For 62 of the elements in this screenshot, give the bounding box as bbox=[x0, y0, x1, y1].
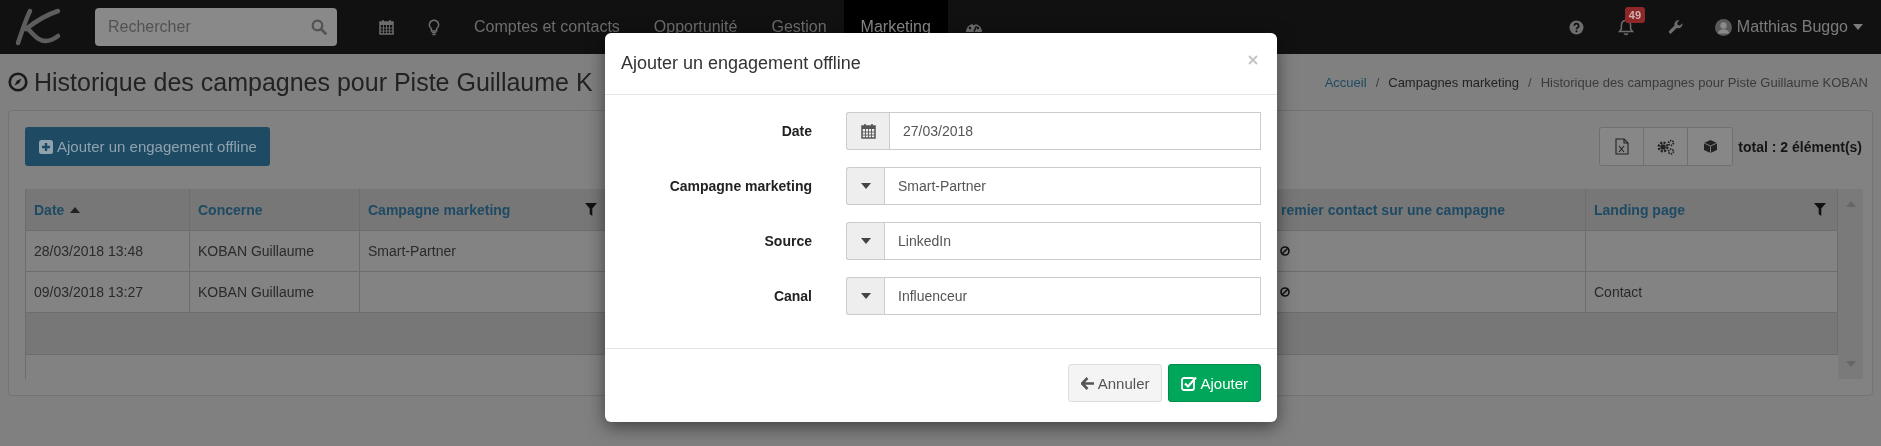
table-cell: KOBAN Guillaume bbox=[198, 284, 314, 300]
user-menu[interactable]: Matthias Buggo bbox=[1700, 18, 1881, 36]
bell-icon[interactable] bbox=[1617, 18, 1634, 36]
check-square-icon bbox=[1181, 375, 1198, 391]
field-label: Canal bbox=[772, 288, 813, 304]
breadcrumb-separator: / bbox=[1528, 74, 1532, 90]
spreadsheet-file-icon bbox=[1614, 138, 1629, 155]
breadcrumb-link[interactable]: Campagnes marketing bbox=[1388, 74, 1520, 90]
calendar-icon bbox=[860, 123, 876, 139]
notification-badge: 49 bbox=[1624, 7, 1646, 23]
calendar-icon[interactable] bbox=[379, 19, 394, 35]
column-header[interactable]: Concerne bbox=[198, 201, 263, 218]
select-field[interactable]: Influenceur bbox=[884, 277, 1261, 315]
select-field[interactable]: Smart-Partner bbox=[884, 167, 1261, 205]
ban-icon bbox=[1280, 287, 1290, 297]
filter-icon[interactable] bbox=[1814, 203, 1826, 216]
column-header[interactable]: Campagne marketing bbox=[368, 201, 511, 218]
arrow-left-icon bbox=[1080, 376, 1095, 390]
search-icon bbox=[311, 19, 327, 35]
page-title: Historique des campagnes pour Piste Guillaume K bbox=[34, 67, 593, 97]
settings-button[interactable] bbox=[1644, 128, 1689, 165]
caret-icon bbox=[860, 238, 871, 244]
dialog-title: Ajouter un engagement offline bbox=[621, 53, 861, 74]
add-engagement-button[interactable]: Ajouter un engagement offline bbox=[25, 127, 270, 166]
lightbulb-icon[interactable] bbox=[428, 18, 440, 36]
table-cell: 28/03/2018 13:48 bbox=[34, 243, 143, 259]
cube-icon bbox=[1702, 139, 1718, 154]
submit-button[interactable]: Ajouter bbox=[1168, 364, 1261, 402]
table-cell: Smart-Partner bbox=[368, 243, 456, 259]
field-label: Campagne marketing bbox=[668, 178, 813, 194]
filter-icon[interactable] bbox=[585, 203, 597, 216]
date-field[interactable]: 27/03/2018 bbox=[889, 112, 1261, 150]
caret-icon bbox=[1853, 24, 1863, 30]
gears-icon bbox=[1656, 138, 1675, 155]
dropdown-toggle[interactable] bbox=[846, 222, 884, 260]
breadcrumb-current: Historique des campagnes pour Piste Guillaume KOBAN bbox=[1540, 74, 1868, 90]
package-button[interactable] bbox=[1688, 128, 1733, 165]
cancel-button[interactable]: Annuler bbox=[1067, 364, 1163, 402]
field-label: Source bbox=[763, 233, 813, 249]
caret-icon bbox=[860, 293, 871, 299]
plus-square-icon bbox=[39, 139, 53, 154]
table-cell: KOBAN Guillaume bbox=[198, 243, 314, 259]
scrollbar[interactable] bbox=[1838, 189, 1863, 379]
ban-icon bbox=[1280, 246, 1290, 256]
dropdown-toggle[interactable] bbox=[846, 277, 884, 315]
dropdown-toggle[interactable] bbox=[846, 167, 884, 205]
select-field[interactable]: LinkedIn bbox=[884, 222, 1261, 260]
column-header[interactable]: Date bbox=[34, 201, 65, 218]
column-header[interactable]: Landing page bbox=[1594, 201, 1685, 218]
breadcrumb-link[interactable]: Accueil bbox=[1324, 74, 1367, 90]
field-label: Date bbox=[780, 123, 813, 139]
table-cell: 09/03/2018 13:27 bbox=[34, 284, 143, 300]
column-header[interactable]: remier contact sur une campagne bbox=[1281, 201, 1506, 218]
table-cell: Contact bbox=[1594, 284, 1643, 300]
nav-menu-item[interactable]: Comptes et contacts bbox=[457, 0, 637, 54]
avatar-icon bbox=[1714, 18, 1732, 36]
export-excel-button[interactable] bbox=[1600, 128, 1645, 165]
compass-icon bbox=[8, 72, 28, 92]
help-icon[interactable] bbox=[1568, 19, 1584, 35]
total-count: total : 2 élément(s) bbox=[1738, 138, 1862, 155]
wrench-icon[interactable] bbox=[1667, 19, 1684, 35]
breadcrumb-separator: / bbox=[1375, 74, 1380, 90]
